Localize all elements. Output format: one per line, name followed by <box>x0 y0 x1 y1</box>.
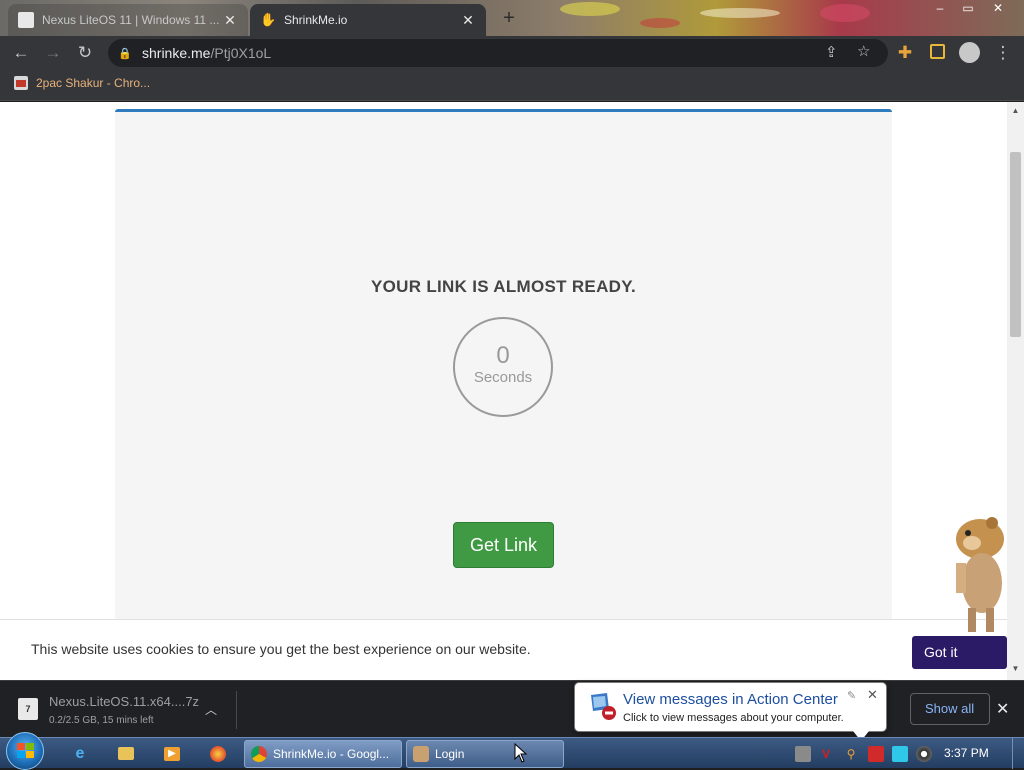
divider <box>236 691 237 729</box>
address-bar[interactable]: 🔒 shrinke.me /Ptj0X1oL <box>108 39 888 67</box>
menu-dots-icon[interactable]: ⋮ <box>990 40 1016 66</box>
wallpaper-splash <box>700 8 780 18</box>
wallpaper-splash <box>560 2 620 16</box>
countdown-timer: 0 Seconds <box>453 317 553 417</box>
show-all-downloads-button[interactable]: Show all <box>910 693 990 725</box>
close-icon[interactable]: ✕ <box>867 687 878 703</box>
close-icon[interactable]: ✕ <box>460 12 476 29</box>
taskbar-item-chrome[interactable]: ShrinkMe.io - Googl... <box>244 740 402 768</box>
new-tab-button[interactable]: + <box>496 6 522 32</box>
login-app-icon <box>413 746 429 762</box>
chevron-up-icon[interactable]: ︿ <box>205 701 217 718</box>
cookie-message: This website uses cookies to ensure you … <box>31 641 531 657</box>
extensions-puzzle-icon[interactable]: ✚ <box>892 40 918 66</box>
wallpaper-splash <box>640 18 680 28</box>
taskbar-item-login[interactable]: Login <box>406 740 564 768</box>
lock-icon: 🔒 <box>118 47 132 60</box>
tray-action-center-icon[interactable] <box>868 746 884 762</box>
tab-title: Nexus LiteOS 11 | Windows 11 ... <box>42 13 220 27</box>
tray-display-icon[interactable] <box>892 746 908 762</box>
tab-strip: Nexus LiteOS 11 | Windows 11 ... ✕ ✋ Shr… <box>0 0 1024 36</box>
windows-store-icon <box>18 12 34 28</box>
countdown-value: 0 <box>496 342 510 369</box>
back-icon[interactable]: ← <box>8 40 34 66</box>
taskbar-item-label: ShrinkMe.io - Googl... <box>273 747 390 761</box>
action-center-notification[interactable]: View messages in Action Center Click to … <box>574 682 887 741</box>
close-icon[interactable]: ✕ <box>222 12 238 29</box>
tab-shrinkme[interactable]: ✋ ShrinkMe.io ✕ <box>250 4 486 36</box>
bookmarks-bar: 2pac Shakur - Chro... <box>0 69 1024 101</box>
tab-nexus-liteos[interactable]: Nexus LiteOS 11 | Windows 11 ... ✕ <box>8 4 248 36</box>
internet-explorer-icon[interactable]: e <box>66 742 94 766</box>
share-icon[interactable]: ⇪ <box>825 43 838 61</box>
start-button[interactable] <box>6 732 44 770</box>
get-link-button[interactable]: Get Link <box>453 522 554 568</box>
windows-logo-icon <box>17 743 34 758</box>
page-headline: YOUR LINK IS ALMOST READY. <box>370 277 637 296</box>
scroll-up-arrow-icon[interactable]: ▲ <box>1007 106 1024 118</box>
url-path: /Ptj0X1oL <box>210 45 272 61</box>
minimize-button[interactable]: – <box>926 0 954 18</box>
bookmark-favicon-icon <box>14 76 28 90</box>
bookmark-2pac[interactable]: 2pac Shakur - Chro... <box>14 76 150 90</box>
windows-taskbar: e ▶ ShrinkMe.io - Googl... Login V ⚲ 3:3… <box>0 732 1024 770</box>
tray-search-icon[interactable]: ⚲ <box>843 746 859 762</box>
notification-title: View messages in Action Center <box>623 691 838 708</box>
link-card: YOUR LINK IS ALMOST READY. 0 Seconds Get… <box>115 109 892 680</box>
file-explorer-icon[interactable] <box>112 742 140 766</box>
download-filename[interactable]: Nexus.LiteOS.11.x64....7z <box>49 694 199 709</box>
show-desktop-button[interactable] <box>1012 738 1024 769</box>
notification-body: Click to view messages about your comput… <box>623 712 844 724</box>
countdown-unit: Seconds <box>473 369 533 386</box>
taskbar-clock[interactable]: 3:37 PM <box>944 746 989 760</box>
bookmark-label: 2pac Shakur - Chro... <box>36 76 151 90</box>
tab-title: ShrinkMe.io <box>284 13 348 27</box>
window-close-button[interactable]: ✕ <box>984 0 1012 18</box>
side-panel-icon[interactable] <box>930 44 945 59</box>
archive-file-icon[interactable]: 7 <box>18 698 38 720</box>
wallpaper-splash <box>820 4 870 22</box>
close-download-shelf-icon[interactable]: ✕ <box>996 699 1009 719</box>
tray-volume-icon[interactable] <box>916 746 932 762</box>
media-player-icon[interactable]: ▶ <box>158 742 186 766</box>
maximize-button[interactable]: ▭ <box>954 0 982 18</box>
hand-icon: ✋ <box>260 12 277 27</box>
tray-antivirus-icon[interactable]: V <box>818 746 834 762</box>
bookmark-star-icon[interactable]: ☆ <box>857 42 870 60</box>
tray-network-icon[interactable] <box>795 746 811 762</box>
profile-avatar-icon[interactable] <box>959 42 980 63</box>
taskbar-item-label: Login <box>435 747 465 761</box>
browser-toolbar: ← → ↻ 🔒 shrinke.me /Ptj0X1oL ⇪ ☆ ✚ ⋮ <box>0 36 1024 69</box>
download-status: 0.2/2.5 GB, 15 mins left <box>49 715 154 726</box>
url-host: shrinke.me <box>142 45 211 61</box>
page-viewport: YOUR LINK IS ALMOST READY. 0 Seconds Get… <box>0 102 1024 680</box>
forward-icon[interactable]: → <box>40 40 66 66</box>
wrench-icon[interactable]: ✎ <box>847 689 856 702</box>
mouse-cursor-icon <box>514 743 528 763</box>
hamster-mascot-icon <box>956 517 1004 632</box>
action-center-flag-icon <box>591 693 616 720</box>
cookie-accept-button[interactable]: Got it <box>912 636 1007 669</box>
reload-icon[interactable]: ↻ <box>72 40 98 66</box>
cookie-banner: This website uses cookies to ensure you … <box>0 619 1007 680</box>
scroll-thumb[interactable] <box>1010 152 1021 337</box>
chrome-icon <box>251 746 267 762</box>
scroll-down-arrow-icon[interactable]: ▼ <box>1007 664 1024 676</box>
paint-app-icon[interactable] <box>204 742 232 766</box>
